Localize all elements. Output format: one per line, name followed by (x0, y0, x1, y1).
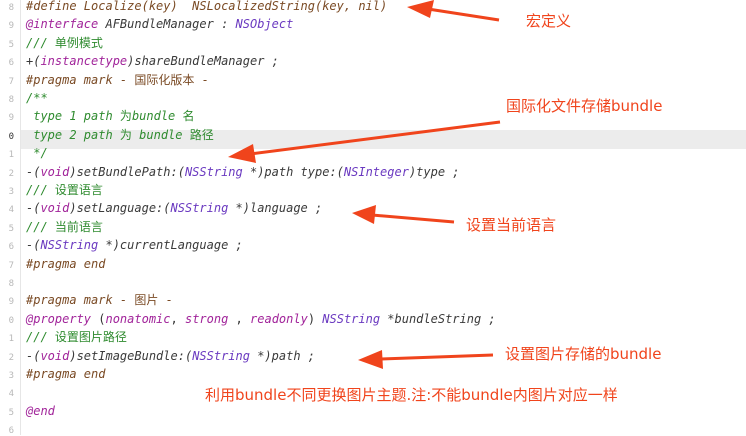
annotation-set-language: 设置当前语言 (466, 216, 557, 234)
arrow-i18n-bundle (228, 120, 501, 163)
annotation-arrows (228, 0, 501, 369)
arrow-set-image-bundle (358, 350, 494, 369)
annotation-theme-note: 利用bundle不同更换图片主题.注:不能bundle内图片对应一样 (205, 386, 618, 404)
annotation-set-image-bundle: 设置图片存储的bundle (505, 345, 662, 363)
annotation-macro: 宏定义 (526, 12, 572, 30)
arrow-set-language (352, 205, 455, 224)
annotation-i18n-bundle: 国际化文件存储bundle (506, 97, 663, 115)
arrow-macro (407, 0, 500, 22)
